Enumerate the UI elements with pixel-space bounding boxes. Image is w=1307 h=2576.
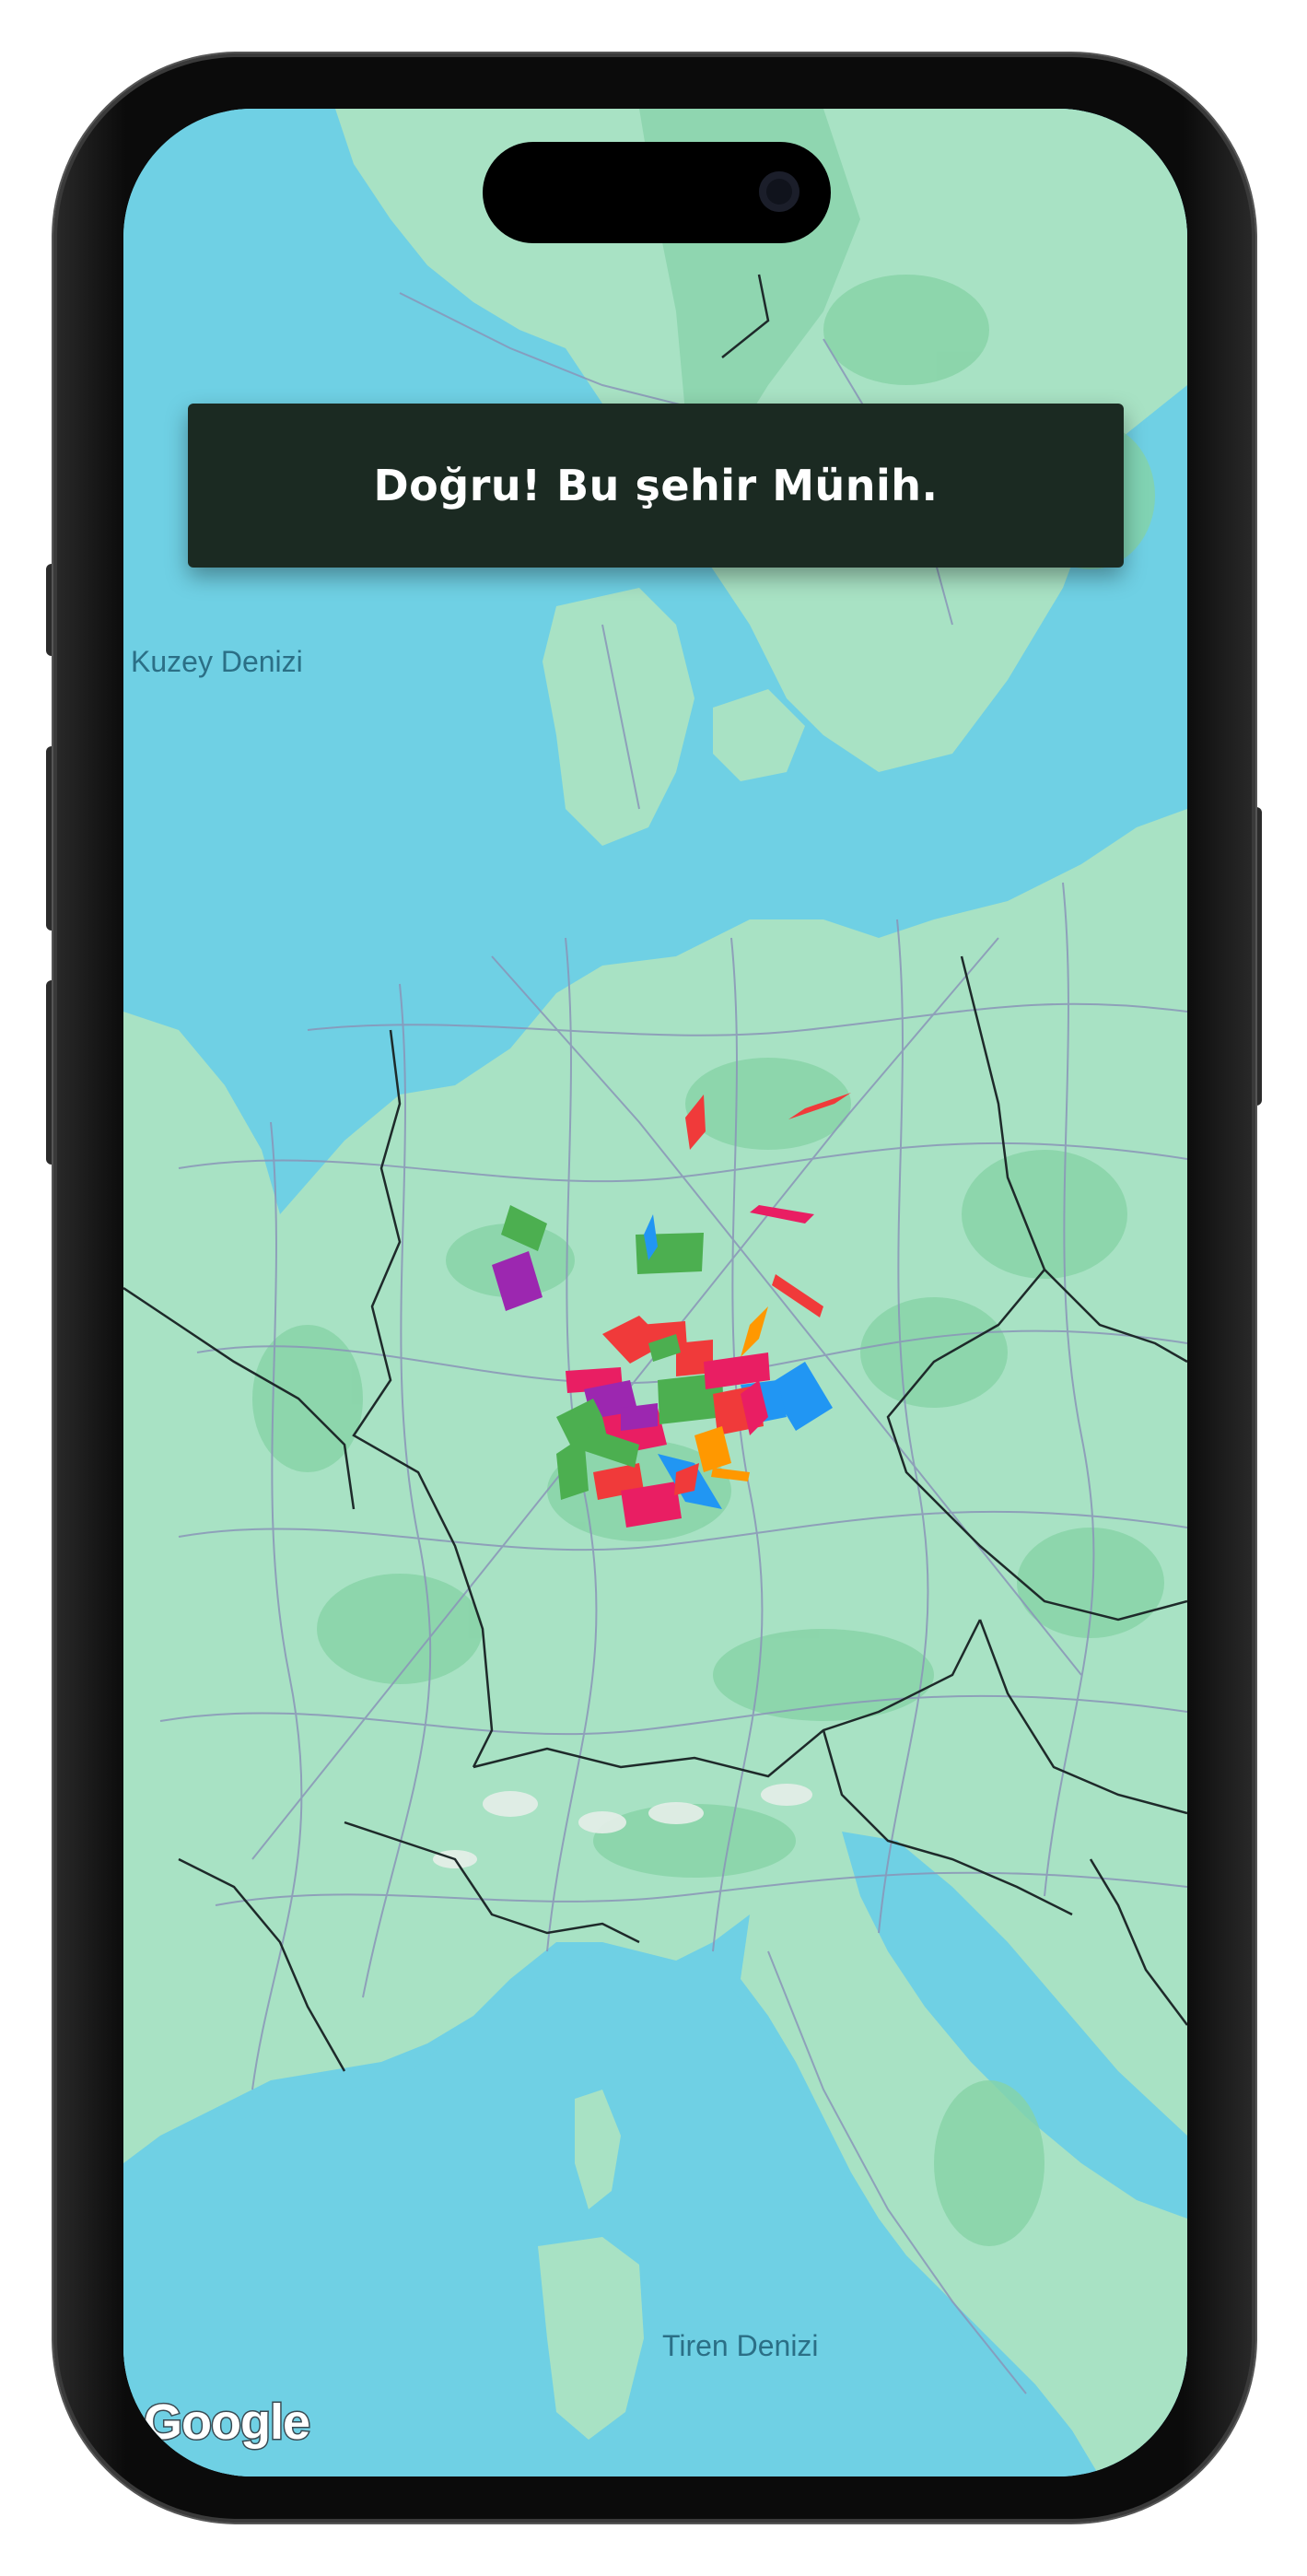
confetti-piece bbox=[772, 1274, 823, 1317]
confetti-piece bbox=[492, 1251, 543, 1311]
toast-message: Doğru! Bu şehir Münih. bbox=[373, 461, 939, 510]
confetti-piece bbox=[711, 1468, 750, 1481]
front-camera-icon bbox=[759, 171, 799, 212]
confetti-piece bbox=[750, 1205, 814, 1224]
confetti-piece bbox=[685, 1095, 706, 1150]
google-logo[interactable]: Google bbox=[143, 2394, 312, 2452]
confetti-piece bbox=[788, 1093, 851, 1119]
confetti-piece bbox=[501, 1205, 547, 1251]
dynamic-island bbox=[483, 142, 831, 243]
confetti-pieces bbox=[492, 1093, 851, 1528]
confetti-piece bbox=[621, 1403, 658, 1431]
map-screen[interactable]: Kuzey Denizi Tiren Denizi Doğru! Bu şehi… bbox=[123, 109, 1187, 2476]
result-toast: Doğru! Bu şehir Münih. bbox=[188, 404, 1124, 568]
confetti-piece bbox=[741, 1306, 768, 1357]
